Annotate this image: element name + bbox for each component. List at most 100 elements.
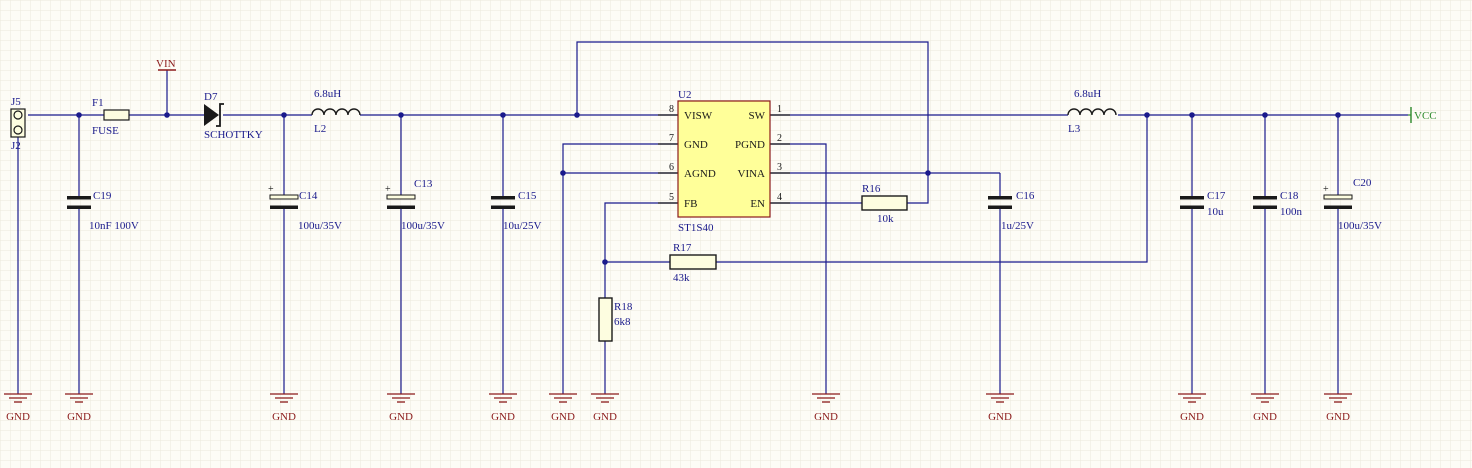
junction-dot [1189,112,1195,118]
cap-plate [1324,205,1352,209]
ic-pin-num-7: 7 [669,133,674,144]
resistor-body [669,254,717,270]
ground-label: GND [1326,411,1350,423]
junction-dot [500,112,506,118]
ic-pin-num-6: 6 [669,162,674,173]
ic-pin-num-3: 3 [777,162,782,173]
ic-pin-name-gnd: GND [684,139,708,151]
resistor-body [598,297,613,342]
cap-plate-positive [269,194,299,200]
connector-ref-bottom: J2 [11,140,21,152]
cap-plate [270,205,298,209]
cap-ref: C13 [414,178,433,190]
junction-dot [560,170,566,176]
cap-ref: C14 [299,190,318,202]
cap-value: 10u/25V [503,220,542,232]
ic-u2[interactable]: U2 ST1S40 VISW GND AGND FB SW PGND VINA … [658,89,790,234]
vin-label: VIN [156,58,176,70]
cap-value: 100u/35V [401,220,445,232]
ic-pin-name-sw: SW [749,110,766,122]
cap-value: 1u/25V [1001,220,1034,232]
cap-plate-positive [386,194,416,200]
fuse-body [103,109,130,121]
ic-pin-name-en: EN [750,198,765,210]
junction-dot [164,112,170,118]
resistor-ref: R17 [673,242,692,254]
junction-dot [398,112,404,118]
junction-dot [925,170,931,176]
junction-dot [76,112,82,118]
ic-pin-name-visw: VISW [684,110,713,122]
junction-dot [602,259,608,265]
ground-label: GND [551,411,575,423]
ic-pin-num-1: 1 [777,104,782,115]
cap-plate-positive [1323,194,1353,200]
ic-pin-num-4: 4 [777,192,782,203]
diode-value: SCHOTTKY [204,129,263,141]
cap-plate [67,196,91,200]
ic-part-name: ST1S40 [678,222,714,234]
cap-plate [491,205,515,209]
grid-background [0,0,1472,468]
cap-plus-sign: + [385,184,391,195]
ic-pin-num-2: 2 [777,133,782,144]
diode-ref: D7 [204,91,218,103]
resistor-ref: R18 [614,301,633,313]
cap-value: 100u/35V [1338,220,1382,232]
connector-ref-top: J5 [11,96,21,108]
inductor-value: 6.8uH [1074,88,1101,100]
ic-pin-name-fb: FB [684,198,697,210]
cap-ref: C17 [1207,190,1226,202]
cap-ref: C18 [1280,190,1299,202]
cap-value: 100n [1280,206,1303,218]
cap-ref: C19 [93,190,112,202]
connector-body [10,108,26,138]
ic-ref: U2 [678,89,691,101]
vin-port[interactable]: VIN [156,58,176,71]
junction-dot [574,112,580,118]
resistor-value: 6k8 [614,316,631,328]
fuse-ref: F1 [92,97,104,109]
ground-label: GND [272,411,296,423]
cap-plate [1253,205,1277,209]
ic-pin-num-5: 5 [669,192,674,203]
junction-dot [1335,112,1341,118]
cap-ref: C20 [1353,177,1372,189]
schematic-sheet: J5 J2 F1 FUSE VIN D7 SCHOTTKY 6.8uH L2 6… [0,0,1472,468]
cap-value: 10u [1207,206,1224,218]
resistor-ref: R16 [862,183,881,195]
cap-plate [1253,196,1277,200]
vcc-label: VCC [1414,110,1437,122]
ic-pin-name-vina: VINA [738,168,766,180]
cap-plate [387,205,415,209]
junction-dot [1144,112,1150,118]
cap-plus-sign: + [1323,184,1329,195]
cap-plus-sign: + [268,184,274,195]
inductor-value: 6.8uH [314,88,341,100]
cap-ref: C15 [518,190,537,202]
ground-label: GND [6,411,30,423]
ic-pin-name-pgnd: PGND [735,139,765,151]
ic-pin-num-8: 8 [669,104,674,115]
ic-pin-name-agnd: AGND [684,168,716,180]
fuse-value: FUSE [92,125,119,137]
cap-plate [988,205,1012,209]
ground-label: GND [67,411,91,423]
junction-dot [1262,112,1268,118]
ground-label: GND [988,411,1012,423]
resistor-body [861,195,908,211]
cap-value: 10nF 100V [89,220,139,232]
ground-label: GND [491,411,515,423]
resistor-value: 43k [673,272,690,284]
cap-plate [988,196,1012,200]
cap-plate [1180,205,1204,209]
ground-label: GND [814,411,838,423]
ground-label: GND [389,411,413,423]
resistor-value: 10k [877,213,894,225]
inductor-ref: L2 [314,123,326,135]
inductor-ref: L3 [1068,123,1081,135]
cap-plate [491,196,515,200]
junction-dot [281,112,287,118]
ground-label: GND [1180,411,1204,423]
cap-ref: C16 [1016,190,1035,202]
